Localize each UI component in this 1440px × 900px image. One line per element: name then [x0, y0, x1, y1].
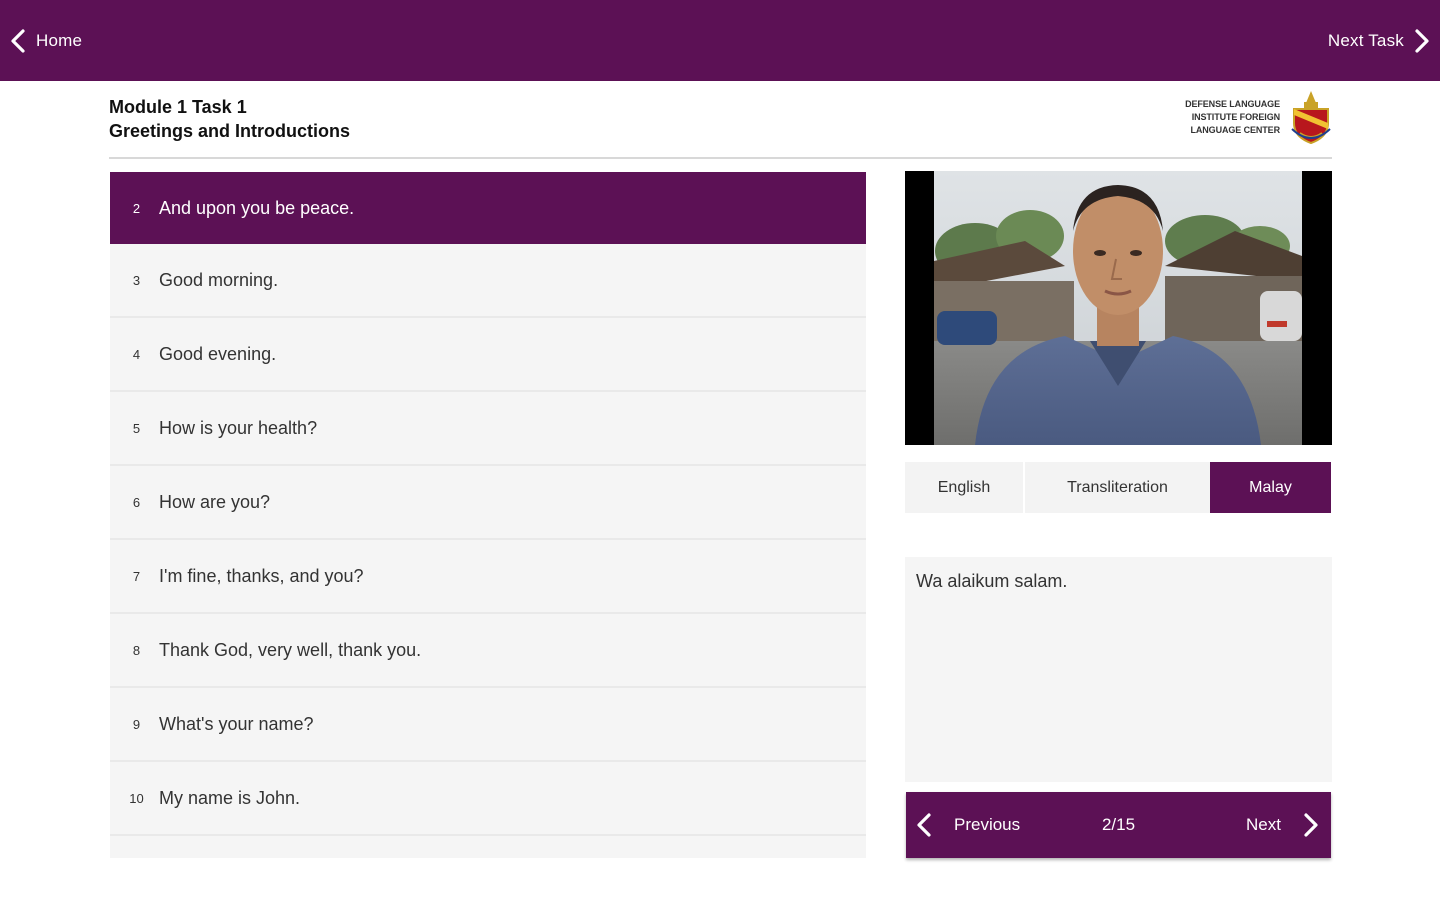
chevron-left-icon	[914, 812, 934, 838]
dli-logo: Defense Language Institute Foreign Langu…	[1156, 89, 1332, 145]
phrase-number: 9	[132, 716, 141, 732]
logo-line-3: Language Center	[1190, 124, 1280, 135]
phrase-text: I'm fine, thanks, and you?	[159, 565, 364, 586]
tab-english[interactable]: English	[905, 462, 1023, 513]
next-task-button[interactable]: Next Task	[1328, 24, 1432, 58]
top-app-bar: Home Next Task	[0, 0, 1440, 81]
phrase-text: My name is John.	[159, 787, 301, 808]
language-tabs: English Transliteration Malay	[905, 462, 1331, 513]
previous-label: Previous	[954, 815, 1021, 834]
translation-text: Wa alaikum salam.	[916, 571, 1068, 591]
module-label: Module 1 Task 1	[109, 97, 247, 117]
phrase-number: 7	[132, 568, 141, 584]
phrase-text: And upon you be peace.	[159, 197, 355, 218]
phrase-text: How is your health?	[159, 417, 318, 438]
phrase-number: 2	[132, 200, 141, 216]
pager-bar: Previous 2/15 Next	[906, 792, 1331, 858]
crest-icon	[1291, 91, 1331, 145]
phrase-text: What's your name?	[159, 713, 314, 734]
home-button[interactable]: Home	[8, 24, 82, 58]
logo-line-2: Institute Foreign	[1191, 111, 1280, 122]
phrase-number: 10	[129, 790, 144, 806]
phrase-item-6[interactable]: 6 How are you?	[110, 466, 866, 540]
tab-transliteration[interactable]: Transliteration	[1023, 462, 1210, 513]
chevron-right-icon	[1301, 812, 1321, 838]
phrase-text: Good evening.	[159, 343, 277, 364]
next-task-label: Next Task	[1327, 31, 1404, 50]
phrase-number: 8	[132, 642, 141, 658]
next-button[interactable]: Next	[1246, 792, 1321, 858]
video-player[interactable]	[905, 171, 1332, 445]
phrase-number: 3	[132, 272, 141, 288]
logo-text: Defense Language Institute Foreign Langu…	[1156, 98, 1280, 137]
phrase-list[interactable]: 2 And upon you be peace. 3 Good morning.…	[110, 172, 866, 858]
page-title: Greetings and Introductions	[109, 121, 351, 141]
video-frame	[905, 171, 1332, 445]
page-counter: 2/15	[1101, 815, 1136, 834]
phrase-item-3[interactable]: 3 Good morning.	[110, 244, 866, 318]
previous-button[interactable]: Previous	[914, 792, 1020, 858]
phrase-item-10[interactable]: 10 My name is John.	[110, 762, 866, 836]
phrase-item-5[interactable]: 5 How is your health?	[110, 392, 866, 466]
phrase-item-8[interactable]: 8 Thank God, very well, thank you.	[110, 614, 866, 688]
home-label: Home	[36, 31, 83, 50]
translation-panel: Wa alaikum salam.	[905, 557, 1332, 782]
logo-line-1: Defense Language	[1185, 98, 1280, 109]
tab-malay[interactable]: Malay	[1210, 462, 1331, 513]
phrase-text: Good morning.	[159, 269, 279, 290]
phrase-item-4[interactable]: 4 Good evening.	[110, 318, 866, 392]
phrase-number: 5	[132, 420, 141, 436]
phrase-item-2[interactable]: 2 And upon you be peace.	[110, 172, 866, 244]
chevron-left-icon	[8, 28, 28, 54]
next-label: Next	[1246, 815, 1281, 834]
phrase-number: 4	[132, 346, 141, 362]
phrase-text: Thank God, very well, thank you.	[159, 639, 422, 660]
phrase-text: How are you?	[159, 491, 271, 512]
phrase-number: 6	[132, 494, 141, 510]
phrase-item-9[interactable]: 9 What's your name?	[110, 688, 866, 762]
phrase-item-7[interactable]: 7 I'm fine, thanks, and you?	[110, 540, 866, 614]
page-header: Module 1 Task 1 Greetings and Introducti…	[109, 91, 1332, 159]
chevron-right-icon	[1412, 28, 1432, 54]
